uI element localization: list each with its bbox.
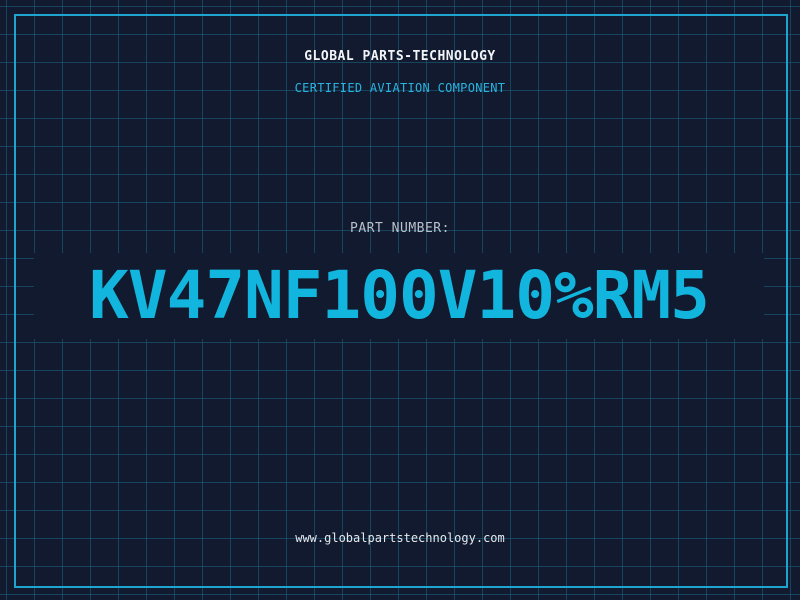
part-number-label: PART NUMBER:	[350, 221, 450, 236]
part-number-value: KV47NF100V10%RM5	[34, 253, 764, 339]
certification-subtitle: CERTIFIED AVIATION COMPONENT	[294, 81, 506, 95]
brand-title: GLOBAL PARTS-TECHNOLOGY	[304, 49, 496, 64]
part-label-card: GLOBAL PARTS-TECHNOLOGY CERTIFIED AVIATI…	[0, 0, 800, 600]
website-url: www.globalpartstechnology.com	[295, 531, 505, 545]
